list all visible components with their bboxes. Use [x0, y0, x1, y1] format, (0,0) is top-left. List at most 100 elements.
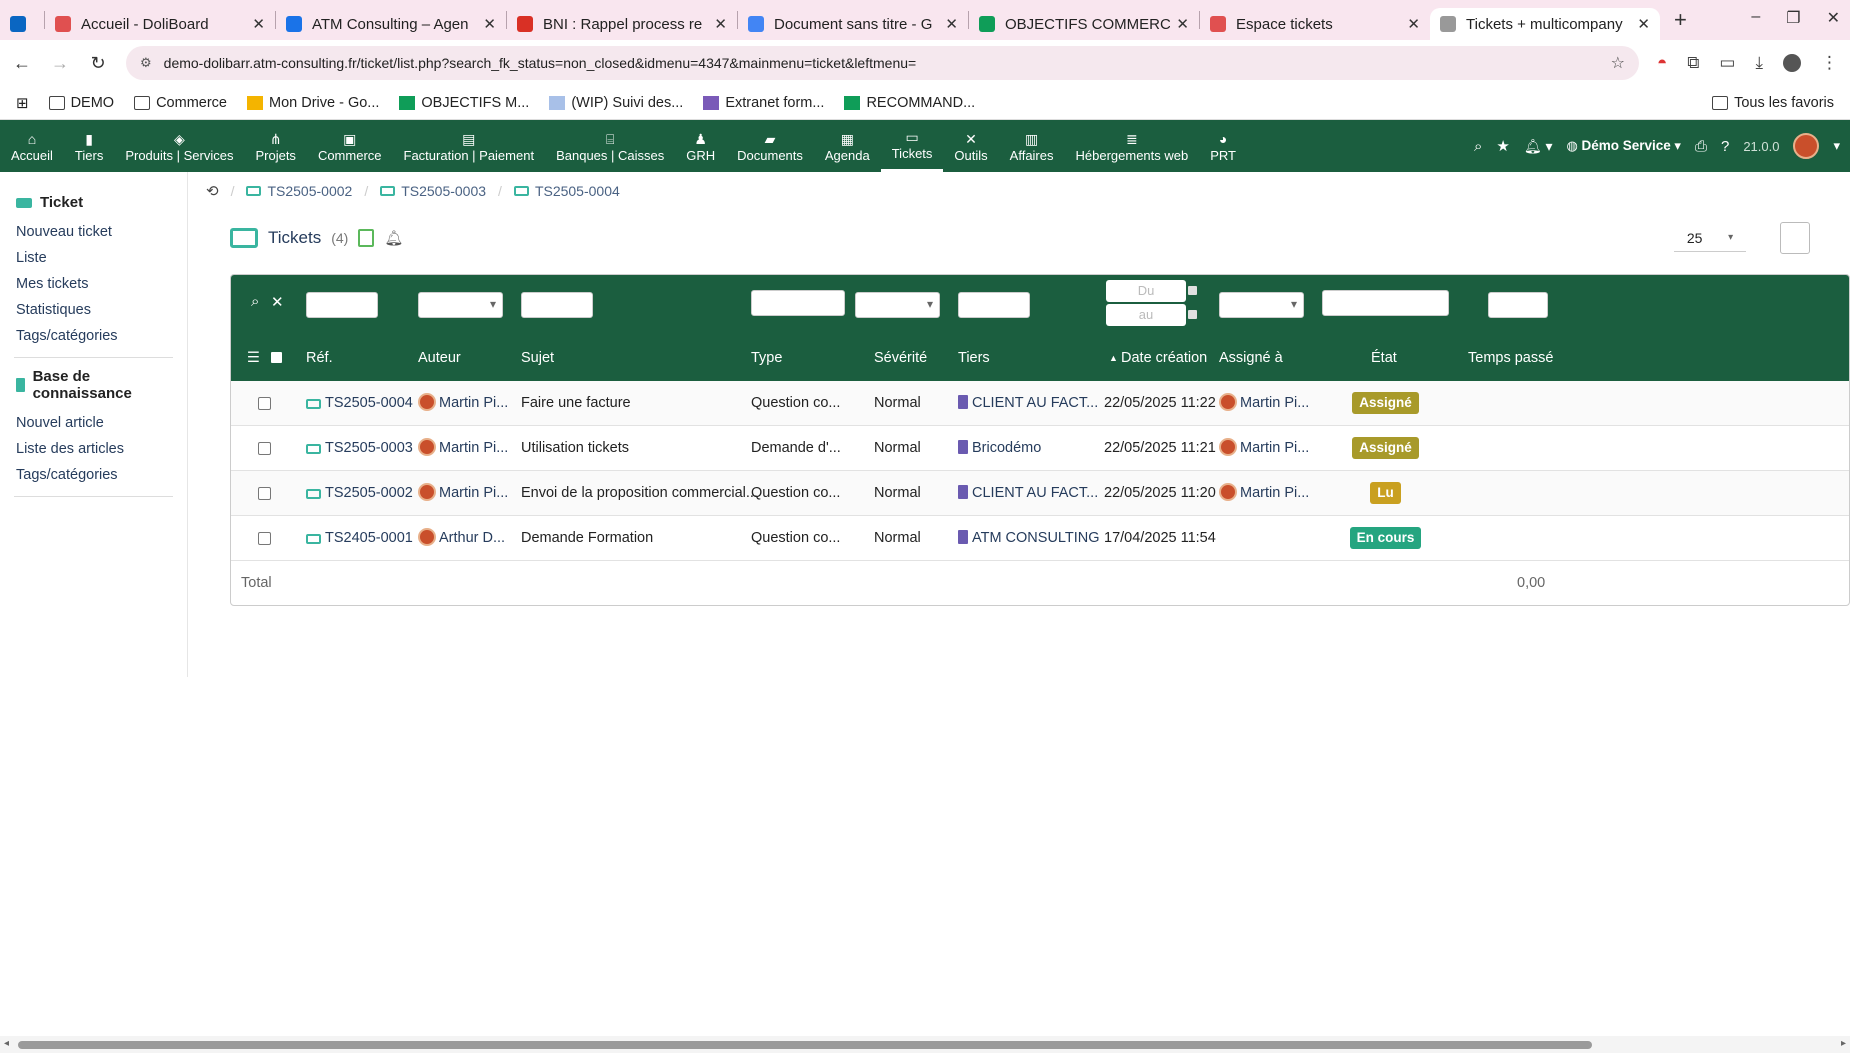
left-menu-link[interactable]: Tags/catégories — [14, 462, 173, 488]
bell-icon[interactable]: 🔔︎ — [384, 229, 403, 247]
thirdparty-link[interactable]: CLIENT AU FACT... — [958, 471, 1098, 516]
select-all-checkbox[interactable] — [271, 352, 282, 363]
bookmark-item[interactable]: RECOMMAND... — [844, 95, 975, 111]
left-menu-link[interactable]: Nouveau ticket — [14, 219, 173, 245]
entity-selector[interactable]: ◍ Démo Service ▾ — [1567, 138, 1681, 154]
extensions-icon[interactable]: ⧉ — [1687, 53, 1699, 73]
close-icon[interactable]: ✕ — [714, 15, 727, 33]
breadcrumb-item[interactable]: TS2505-0003 — [380, 183, 486, 199]
author-link[interactable]: Martin Pi... — [418, 426, 508, 471]
reload-icon[interactable]: ↻ — [88, 53, 108, 74]
ticket-ref-link[interactable]: TS2505-0003 — [306, 426, 413, 471]
pagination-box[interactable] — [1780, 222, 1810, 254]
left-menu-link[interactable]: Mes tickets — [14, 271, 173, 297]
bookmark-item[interactable]: Commerce — [134, 95, 227, 111]
close-icon[interactable]: ✕ — [945, 15, 958, 33]
restore-icon[interactable]: ❐ — [1786, 8, 1800, 28]
topmenu-item[interactable]: ≣ Hébergements web — [1065, 120, 1200, 172]
author-link[interactable]: Arthur D... — [418, 516, 505, 561]
search-icon[interactable]: ⌕ — [1474, 138, 1482, 155]
column-severity[interactable]: Sévérité — [874, 335, 927, 381]
browser-tab[interactable]: BNI : Rappel process re ✕ — [507, 8, 737, 40]
sort-asc-icon[interactable]: ▲ — [1109, 335, 1118, 381]
horizontal-scrollbar[interactable]: ◂ ▸ — [0, 1036, 1850, 1053]
filter-assigned-select[interactable] — [1219, 292, 1304, 318]
topmenu-item[interactable]: ▭ Tickets — [880, 120, 944, 172]
url-text[interactable]: demo-dolibarr.atm-consulting.fr/ticket/l… — [164, 55, 1599, 71]
browser-menu-icon[interactable]: ⋮ — [1821, 53, 1838, 73]
help-icon[interactable]: ? — [1721, 138, 1729, 155]
thirdparty-link[interactable]: ATM CONSULTING — [958, 516, 1100, 561]
column-ref[interactable]: Réf. — [306, 335, 333, 381]
back-icon[interactable]: ← — [12, 53, 32, 74]
close-icon[interactable]: ✕ — [1176, 15, 1189, 33]
column-author[interactable]: Auteur — [418, 335, 461, 381]
row-checkbox[interactable] — [258, 397, 271, 410]
search-icon[interactable]: ⌕ — [251, 293, 259, 310]
left-menu-link[interactable]: Tags/catégories — [14, 323, 173, 349]
author-link[interactable]: Martin Pi... — [418, 471, 508, 516]
browser-tab[interactable]: Tickets + multicompany ✕ — [1430, 8, 1660, 40]
bookmark-star-icon[interactable]: ☆ — [1611, 53, 1625, 73]
filter-date-to[interactable]: au — [1106, 304, 1186, 326]
user-avatar[interactable] — [1793, 133, 1820, 159]
bell-icon[interactable]: 🔔︎ ▾ — [1524, 138, 1553, 155]
minimize-icon[interactable]: – — [1751, 8, 1760, 28]
calendar-icon[interactable] — [1188, 286, 1197, 295]
calendar-icon[interactable] — [1188, 310, 1197, 319]
browser-tab[interactable]: ATM Consulting – Agen ✕ — [276, 8, 506, 40]
column-subject[interactable]: Sujet — [521, 335, 554, 381]
author-link[interactable]: Martin Pi... — [418, 381, 508, 426]
topmenu-item[interactable]: ✕ Outils — [943, 120, 998, 172]
download-icon[interactable]: ⤓ — [1755, 53, 1763, 73]
topmenu-item[interactable]: ◕ PRT — [1199, 120, 1247, 172]
left-menu-link[interactable]: Statistiques — [14, 297, 173, 323]
ticket-ref-link[interactable]: TS2505-0004 — [306, 381, 413, 426]
cast-icon[interactable]: ▭ — [1719, 53, 1735, 73]
topmenu-item[interactable]: ⌂ Accueil — [0, 120, 64, 172]
row-checkbox[interactable] — [258, 487, 271, 500]
topmenu-item[interactable]: ⌸ Banques | Caisses — [545, 120, 675, 172]
close-icon[interactable]: ✕ — [1637, 15, 1650, 33]
per-page-select[interactable]: 25 ▾ — [1674, 224, 1746, 252]
row-checkbox[interactable] — [258, 442, 271, 455]
history-icon[interactable]: ⟲ — [206, 182, 219, 200]
ticket-ref-link[interactable]: TS2405-0001 — [306, 516, 413, 561]
thirdparty-link[interactable]: Bricodémo — [958, 426, 1041, 471]
filter-severity-select[interactable] — [855, 292, 940, 318]
browser-tab[interactable] — [0, 8, 44, 40]
column-type[interactable]: Type — [751, 335, 782, 381]
topmenu-item[interactable]: ▮ Tiers — [64, 120, 114, 172]
browser-tab[interactable]: Espace tickets ✕ — [1200, 8, 1430, 40]
left-menu-link[interactable]: Liste des articles — [14, 436, 173, 462]
column-thirdparty[interactable]: Tiers — [958, 335, 990, 381]
omnibox[interactable]: ⚙ demo-dolibarr.atm-consulting.fr/ticket… — [126, 46, 1639, 80]
all-bookmarks-item[interactable]: Tous les favoris — [1712, 95, 1834, 111]
column-status[interactable]: État — [1371, 335, 1397, 381]
export-excel-icon[interactable] — [358, 229, 375, 247]
topmenu-item[interactable]: ▦ Agenda — [814, 120, 881, 172]
filter-thirdparty-input[interactable] — [958, 292, 1030, 318]
filter-time-input[interactable] — [1488, 292, 1548, 318]
site-info-icon[interactable]: ⚙ — [140, 55, 152, 71]
left-menu-ticket-title[interactable]: Ticket — [16, 194, 171, 211]
list-icon[interactable]: ☰ — [247, 335, 260, 381]
left-menu-knowledge-title[interactable]: Base de connaissance — [16, 368, 171, 402]
scrollbar-thumb[interactable] — [18, 1041, 1592, 1049]
bookmark-item[interactable]: Extranet form... — [703, 95, 824, 111]
profile-avatar-icon[interactable] — [1783, 54, 1801, 72]
scroll-right-icon[interactable]: ▸ — [1841, 1038, 1846, 1049]
column-time[interactable]: Temps passé — [1468, 335, 1553, 381]
extension-pokeball-icon[interactable]: ◓ — [1657, 53, 1667, 73]
bookmark-item[interactable]: DEMO — [48, 95, 114, 111]
assigned-user-link[interactable]: Martin Pi... — [1219, 381, 1309, 426]
apps-grid-icon[interactable]: ⊞ — [16, 94, 29, 112]
row-checkbox[interactable] — [258, 532, 271, 545]
browser-tab[interactable]: Accueil - DoliBoard ✕ — [45, 8, 275, 40]
assigned-user-link[interactable]: Martin Pi... — [1219, 426, 1309, 471]
left-menu-link[interactable]: Nouvel article — [14, 410, 173, 436]
close-icon[interactable]: ✕ — [1827, 8, 1840, 28]
bookmark-item[interactable]: (WIP) Suivi des... — [549, 95, 683, 111]
scroll-left-icon[interactable]: ◂ — [4, 1038, 9, 1049]
column-date[interactable]: Date création — [1121, 335, 1207, 381]
